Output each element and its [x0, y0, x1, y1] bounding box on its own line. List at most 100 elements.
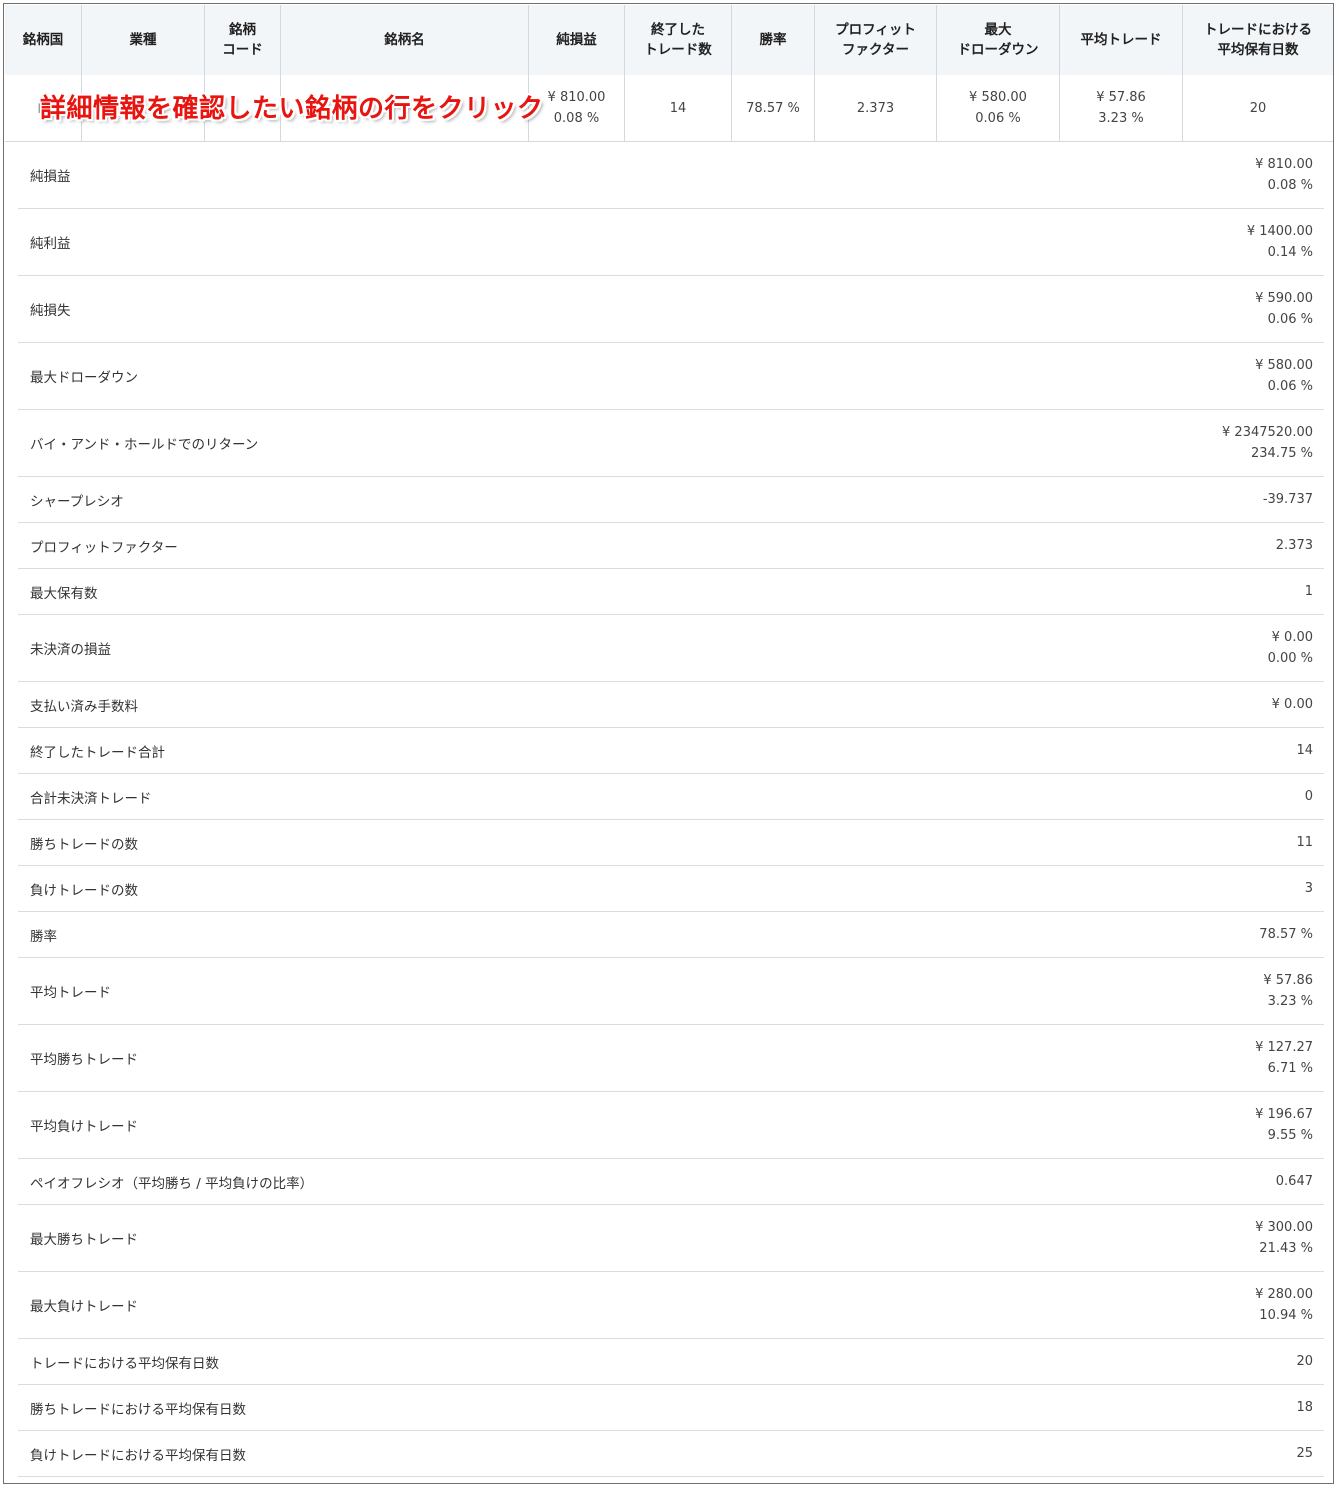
detail-row: トレードにおける平均保有日数 20 — [18, 1339, 1324, 1385]
detail-value: 20 — [1296, 1351, 1313, 1372]
detail-value-line: 3 — [1304, 881, 1313, 896]
detail-value-line: 18 — [1296, 1400, 1313, 1415]
header-max-drawdown-line: 最大 — [984, 22, 1012, 38]
cell-avg-trade-line: 3.23 % — [1098, 111, 1144, 126]
detail-value: ¥ 300.00 21.43 % — [1255, 1217, 1313, 1259]
details-list: 純損益 ¥ 810.00 0.08 % 純利益 ¥ 1400.00 0.14 % 純損失 ¥ … — [18, 142, 1324, 1477]
cell-avg-holding-days-line: 20 — [1249, 100, 1267, 116]
detail-value-line: 20 — [1296, 1354, 1313, 1369]
detail-value-line: 6.71 % — [1267, 1061, 1313, 1076]
detail-label: プロフィットファクター — [30, 539, 178, 556]
detail-row: シャープレシオ -39.737 — [18, 477, 1324, 523]
cell-max-drawdown: ¥ 580.00 0.06 % — [937, 75, 1060, 141]
header-code-line: コード — [222, 42, 263, 58]
header-name: 銘柄名 — [281, 5, 529, 75]
detail-row: 平均負けトレード ¥ 196.67 9.55 % — [18, 1092, 1324, 1159]
detail-value-line: 10.94 % — [1259, 1308, 1313, 1323]
detail-value-line: 25 — [1296, 1446, 1313, 1461]
detail-value-line: 0.14 % — [1267, 245, 1313, 260]
header-code: 銘柄 コード — [205, 5, 281, 75]
summary-table: 銘柄国 業種 銘柄 コード 銘柄名 純損益 終了した トレード数 勝率 プロフィット ファクター 最大… — [5, 5, 1333, 142]
detail-label: 平均負けトレード — [30, 1119, 138, 1135]
detail-value-line: 2.373 — [1275, 538, 1313, 553]
detail-value-line: ¥ 280.00 — [1255, 1287, 1313, 1302]
cell-profit-factor: 2.373 — [815, 75, 937, 141]
detail-value-line: 0.08 % — [1267, 178, 1313, 193]
detail-label: シャープレシオ — [30, 493, 124, 510]
detail-label: 最大勝ちトレード — [30, 1232, 138, 1248]
detail-value-line: ¥ 300.00 — [1255, 1220, 1313, 1235]
header-max-drawdown: 最大 ドローダウン — [937, 5, 1060, 75]
detail-label: 未決済の損益 — [30, 642, 111, 658]
header-net-pl-line: 純損益 — [556, 32, 597, 48]
cell-avg-trade: ¥ 57.86 3.23 % — [1060, 75, 1183, 141]
cell-win-rate: 78.57 % — [732, 75, 815, 141]
detail-value: 3 — [1305, 878, 1313, 899]
detail-value-line: ¥ 810.00 — [1255, 157, 1313, 172]
cell-win-rate-line: 78.57 % — [746, 100, 800, 116]
header-code-line: 銘柄 — [229, 22, 256, 38]
cell-profit-factor-line: 2.373 — [856, 100, 895, 116]
header-profit-factor: プロフィット ファクター — [815, 5, 937, 75]
cell-max-drawdown-line: 0.06 % — [975, 111, 1021, 126]
detail-row: 勝ちトレードの数 11 — [18, 820, 1324, 866]
detail-row: 純損失 ¥ 590.00 0.06 % — [18, 276, 1324, 343]
detail-value-line: ¥ 127.27 — [1255, 1040, 1313, 1055]
detail-row: 勝ちトレードにおける平均保有日数 18 — [18, 1385, 1324, 1431]
header-profit-factor-line: プロフィット — [835, 22, 916, 38]
detail-value-line: ¥ 590.00 — [1255, 291, 1313, 306]
detail-value-line: 78.57 % — [1259, 927, 1313, 942]
detail-value-line: ¥ 57.86 — [1263, 973, 1313, 988]
detail-label: 勝ちトレードの数 — [30, 836, 138, 853]
detail-label: ペイオフレシオ（平均勝ち / 平均負けの比率） — [30, 1175, 314, 1192]
detail-label: 最大保有数 — [30, 585, 98, 602]
screenshot-frame: 銘柄国 業種 銘柄 コード 銘柄名 純損益 終了した トレード数 勝率 プロフィット ファクター 最大… — [3, 3, 1334, 1484]
summary-header-row: 銘柄国 業種 銘柄 コード 銘柄名 純損益 終了した トレード数 勝率 プロフィット ファクター 最大… — [5, 5, 1333, 76]
detail-row: バイ・アンド・ホールドでのリターン ¥ 2347520.00 234.75 % — [18, 410, 1324, 477]
detail-value-line: 234.75 % — [1251, 446, 1313, 461]
detail-value-line: 14 — [1296, 743, 1313, 758]
detail-value-line: -39.737 — [1262, 492, 1313, 507]
detail-row: 最大負けトレード ¥ 280.00 10.94 % — [18, 1272, 1324, 1339]
detail-value: 14 — [1296, 740, 1313, 761]
detail-value-line: 0 — [1304, 789, 1313, 804]
detail-label: 純損失 — [30, 303, 71, 319]
detail-row: 未決済の損益 ¥ 0.00 0.00 % — [18, 615, 1324, 682]
detail-value: 2.373 — [1276, 535, 1313, 556]
cell-name — [281, 75, 529, 141]
header-closed-trades: 終了した トレード数 — [625, 5, 732, 75]
detail-value: ¥ 580.00 0.06 % — [1255, 355, 1313, 397]
detail-label: 負けトレードにおける平均保有日数 — [30, 1447, 246, 1464]
detail-label: 合計未決済トレード — [30, 790, 152, 807]
detail-row: 終了したトレード合計 14 — [18, 728, 1324, 774]
summary-data-row[interactable]: 日 ¥ 810.00 0.08 % 14 78.57 % 2.373 ¥ 580.00 0.0… — [5, 75, 1333, 142]
detail-value-line: ¥ 2347520.00 — [1222, 425, 1313, 440]
detail-value: -39.737 — [1263, 489, 1313, 510]
detail-value: ¥ 2347520.00 234.75 % — [1222, 422, 1313, 464]
detail-row: 勝率 78.57 % — [18, 912, 1324, 958]
detail-value: 11 — [1296, 832, 1313, 853]
header-avg-trade-line: 平均トレード — [1080, 32, 1162, 48]
detail-label: 支払い済み手数料 — [30, 698, 138, 715]
detail-label: 平均勝ちトレード — [30, 1052, 138, 1068]
detail-row: 最大勝ちトレード ¥ 300.00 21.43 % — [18, 1205, 1324, 1272]
header-country-line: 銘柄国 — [22, 32, 64, 48]
header-avg-holding-days-line: トレードにおける — [1204, 22, 1312, 38]
detail-value: 1 — [1305, 581, 1313, 602]
detail-label: 勝率 — [30, 928, 57, 945]
detail-value: ¥ 57.86 3.23 % — [1263, 970, 1313, 1012]
detail-value-line: ¥ 0.00 — [1271, 697, 1313, 712]
detail-value-line: 3.23 % — [1267, 994, 1313, 1009]
detail-value: ¥ 127.27 6.71 % — [1255, 1037, 1313, 1079]
detail-value: 78.57 % — [1259, 924, 1313, 945]
header-win-rate: 勝率 — [732, 5, 815, 75]
detail-value-line: 9.55 % — [1267, 1128, 1313, 1143]
detail-row: ペイオフレシオ（平均勝ち / 平均負けの比率） 0.647 — [18, 1159, 1324, 1205]
header-name-line: 銘柄名 — [384, 32, 425, 48]
detail-value-line: 11 — [1296, 835, 1313, 850]
detail-label: 純損益 — [30, 169, 71, 185]
detail-label: 最大負けトレード — [30, 1299, 138, 1315]
detail-row: 最大保有数 1 — [18, 569, 1324, 615]
detail-value: ¥ 0.00 — [1272, 694, 1313, 715]
detail-value: ¥ 1400.00 0.14 % — [1247, 221, 1313, 263]
